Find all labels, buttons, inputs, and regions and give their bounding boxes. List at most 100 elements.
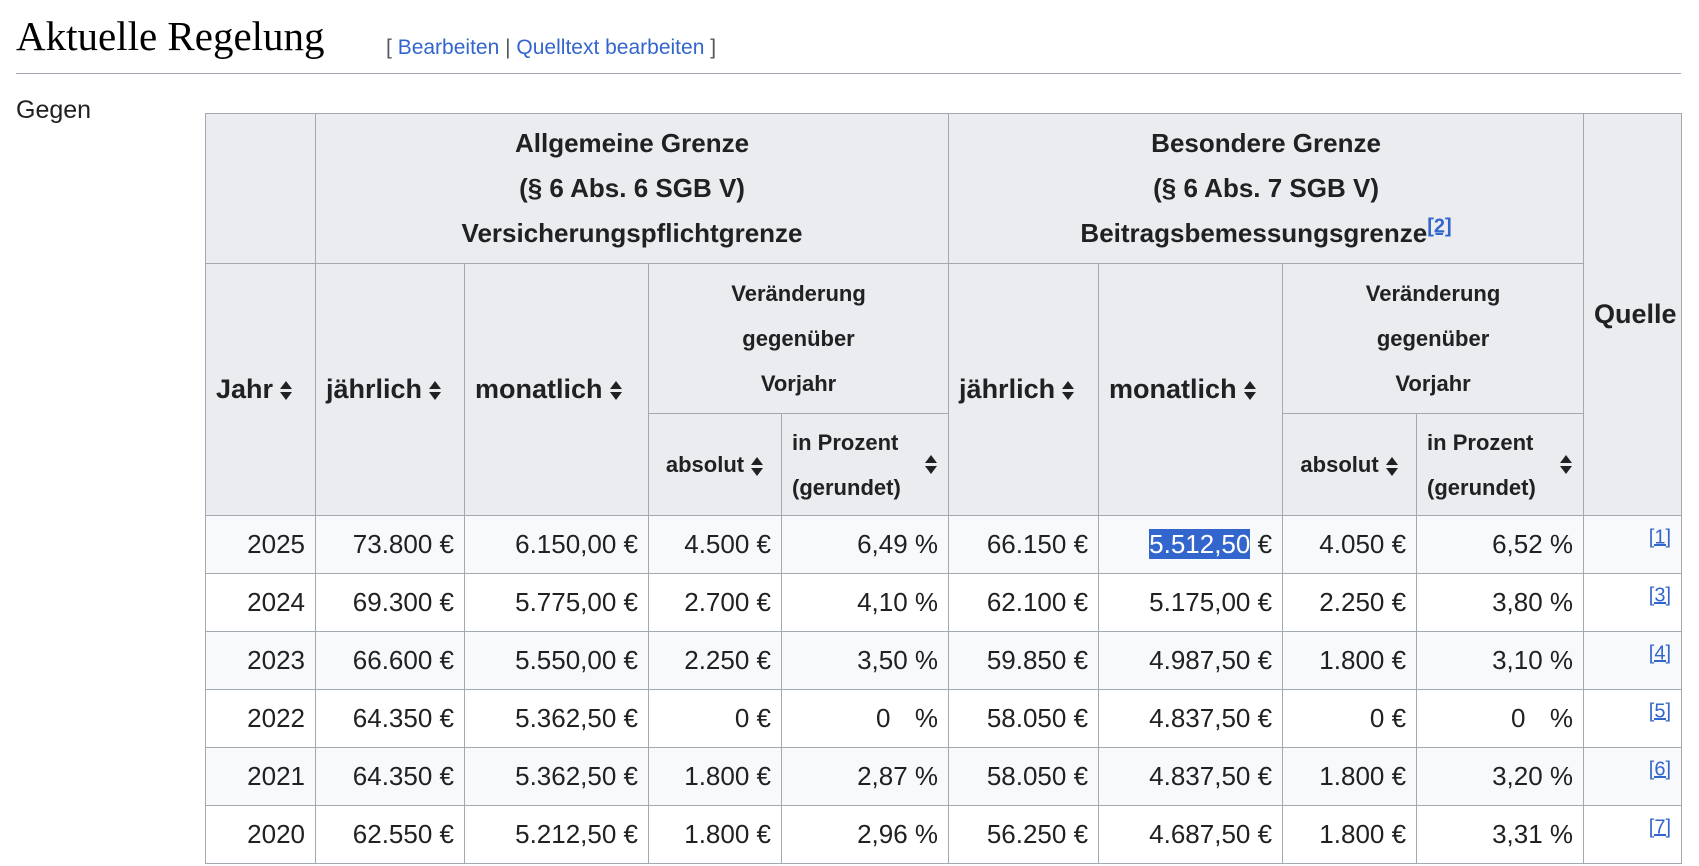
cell-general-absolute: 2.250 € (648, 631, 782, 690)
sort-icon[interactable] (1243, 381, 1257, 401)
table-row: 2022 64.350 € 5.362,50 € 0 € 0% 58.050 €… (205, 689, 1683, 748)
edit-bracket-open: [ (386, 36, 392, 59)
col-header-general-change: Veränderung gegenüber Vorjahr (647, 263, 950, 414)
cell-special-absolute: 4.050 € (1282, 515, 1418, 574)
cell-source: [6] (1583, 747, 1683, 806)
cell-special-annual: 62.100 € (948, 573, 1100, 632)
cell-general-annual: 73.800 € (315, 515, 465, 574)
col-header-special-absolute[interactable]: absolut (1282, 413, 1418, 516)
cell-year: 2021 (205, 747, 316, 806)
cell-general-absolute: 0 € (648, 689, 782, 748)
cell-special-monthly: 4.687,50 € (1098, 805, 1284, 864)
sort-icon[interactable] (751, 456, 764, 476)
cell-special-monthly: 5.512,50 € (1098, 515, 1284, 574)
header-corner-cell (205, 113, 316, 264)
col-header-special-monthly[interactable]: monatlich (1098, 263, 1284, 516)
reference-link[interactable]: [2] (1427, 215, 1451, 237)
cell-source: [1] (1583, 515, 1683, 574)
cell-source: [5] (1583, 689, 1683, 748)
cell-special-monthly: 4.987,50 € (1098, 631, 1284, 690)
edit-link[interactable]: Bearbeiten (398, 36, 500, 59)
reference-link[interactable]: [6] (1649, 758, 1671, 780)
cell-special-absolute: 2.250 € (1282, 573, 1418, 632)
cell-special-annual: 58.050 € (948, 689, 1100, 748)
sort-icon[interactable] (925, 455, 938, 474)
cell-source: [4] (1583, 631, 1683, 690)
cell-general-monthly: 5.550,00 € (464, 631, 649, 690)
edit-bracket-close: ] (710, 36, 717, 59)
reference-link[interactable]: [4] (1649, 642, 1671, 664)
cell-source: [7] (1583, 805, 1683, 864)
cell-year: 2025 (205, 515, 316, 574)
cell-special-monthly: 5.175,00 € (1098, 573, 1284, 632)
cell-special-monthly: 4.837,50 € (1098, 747, 1284, 806)
cell-general-monthly: 5.362,50 € (464, 689, 649, 748)
cell-special-percent: 3,31 % (1416, 805, 1585, 864)
table-row: 2020 62.550 € 5.212,50 € 1.800 € 2,96 % … (205, 805, 1683, 864)
edit-section-links: [ Bearbeiten | Quelltext bearbeiten ] (386, 36, 716, 60)
cell-year: 2024 (205, 573, 316, 632)
cell-general-annual: 66.600 € (315, 631, 465, 690)
cell-special-percent: 3,10 % (1416, 631, 1585, 690)
cell-year: 2022 (205, 689, 316, 748)
cell-general-monthly: 6.150,00 € (464, 515, 649, 574)
cell-general-monthly: 5.775,00 € (464, 573, 649, 632)
sort-icon[interactable] (609, 381, 623, 401)
edit-source-link[interactable]: Quelltext bearbeiten (516, 36, 704, 59)
income-limits-table: Allgemeine Grenze (§ 6 Abs. 6 SGB V) Ver… (205, 113, 1683, 864)
table-row: 2021 64.350 € 5.362,50 € 1.800 € 2,87 % … (205, 747, 1683, 806)
cell-source: [3] (1583, 573, 1683, 632)
sort-icon[interactable] (429, 381, 442, 401)
cell-general-monthly: 5.362,50 € (464, 747, 649, 806)
reference-link[interactable]: [3] (1649, 584, 1671, 606)
cell-general-percent: 4,10 % (780, 573, 950, 632)
sort-icon[interactable] (1385, 456, 1399, 476)
cell-special-monthly: 4.837,50 € (1098, 689, 1284, 748)
header-general-limit: Allgemeine Grenze (§ 6 Abs. 6 SGB V) Ver… (314, 113, 950, 264)
cell-general-percent: 3,50 % (780, 631, 950, 690)
cell-special-annual: 58.050 € (948, 747, 1100, 806)
cell-special-percent: 0% (1416, 689, 1585, 748)
reference-link[interactable]: [1] (1649, 526, 1671, 548)
cell-general-absolute: 2.700 € (648, 573, 782, 632)
sort-icon[interactable] (1062, 381, 1075, 401)
intro-text: Gegen (16, 96, 92, 124)
section-heading: Aktuelle Regelung [ Bearbeiten | Quellte… (16, 6, 1681, 74)
cell-year: 2020 (205, 805, 316, 864)
cell-general-annual: 64.350 € (315, 689, 465, 748)
sort-icon[interactable] (1560, 455, 1573, 474)
cell-general-percent: 0% (780, 689, 950, 748)
cell-general-annual: 69.300 € (315, 573, 465, 632)
section-title: Aktuelle Regelung (16, 13, 325, 59)
cell-general-percent: 2,87 % (780, 747, 950, 806)
sort-icon[interactable] (280, 381, 293, 401)
cell-general-annual: 62.550 € (315, 805, 465, 864)
col-header-general-absolute[interactable]: absolut (648, 413, 782, 516)
col-header-general-monthly[interactable]: monatlich (464, 263, 649, 516)
cell-year: 2023 (205, 631, 316, 690)
selected-text[interactable]: 5.512,50 (1149, 529, 1251, 559)
cell-special-absolute: 1.800 € (1282, 805, 1418, 864)
table-row: 2025 73.800 € 6.150,00 € 4.500 € 6,49 % … (205, 515, 1683, 574)
cell-special-annual: 56.250 € (948, 805, 1100, 864)
reference-link[interactable]: [5] (1649, 700, 1671, 722)
col-header-year[interactable]: Jahr (205, 263, 316, 516)
cell-general-percent: 6,49 % (780, 515, 950, 574)
edit-separator: | (505, 36, 511, 59)
reference-link[interactable]: [7] (1649, 816, 1671, 838)
table-row: 2024 69.300 € 5.775,00 € 2.700 € 4,10 % … (205, 573, 1683, 632)
cell-special-annual: 59.850 € (948, 631, 1100, 690)
cell-special-absolute: 0 € (1282, 689, 1418, 748)
cell-general-absolute: 1.800 € (648, 747, 782, 806)
col-header-general-percent[interactable]: in Prozent (gerundet) (780, 413, 950, 516)
header-special-limit: Besondere Grenze (§ 6 Abs. 7 SGB V) Beit… (948, 113, 1585, 264)
cell-special-annual: 66.150 € (948, 515, 1100, 574)
col-header-special-annual[interactable]: jährlich (948, 263, 1100, 516)
cell-general-absolute: 1.800 € (648, 805, 782, 864)
col-header-general-annual[interactable]: jährlich (315, 263, 465, 516)
col-header-special-change: Veränderung gegenüber Vorjahr (1282, 263, 1585, 414)
cell-general-monthly: 5.212,50 € (464, 805, 649, 864)
cell-general-absolute: 4.500 € (648, 515, 782, 574)
col-header-special-percent[interactable]: in Prozent (gerundet) (1416, 413, 1585, 516)
cell-special-percent: 3,20 % (1416, 747, 1585, 806)
